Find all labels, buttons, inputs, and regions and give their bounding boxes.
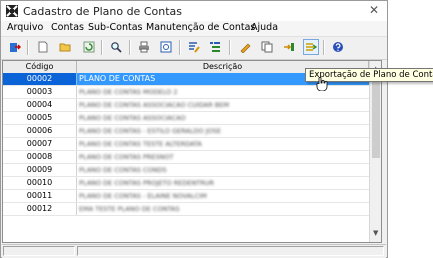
table-row[interactable]: 00008 PLANO DE CONTAS PRESNOT	[3, 151, 369, 164]
cell-codigo: 00009	[3, 164, 77, 176]
cell-descricao: PLANO DE CONTAS ASSOCIACAO	[79, 114, 186, 122]
search-button[interactable]	[108, 39, 124, 55]
cell-codigo: 00010	[3, 177, 77, 189]
cell-descricao: PLANO DE CONTAS TESTE ALTERDATA	[79, 140, 202, 148]
print-preview-icon	[160, 41, 172, 53]
close-icon[interactable]: ✕	[369, 3, 379, 17]
menu-arquivo[interactable]: Arquivo	[7, 22, 43, 33]
status-bar	[2, 244, 386, 258]
cell-descricao: PLANO DE CONTAS PROJETO REDENTRUR	[79, 179, 215, 187]
cell-descricao: PLANO DE CONTAS - ELAINE NOVALCIM	[79, 192, 207, 200]
open-folder-icon	[59, 43, 71, 52]
print-preview-button[interactable]	[158, 39, 174, 55]
title-bar[interactable]: Cadastro de Plano de Contas ✕	[1, 1, 387, 22]
cell-codigo: 00008	[3, 151, 77, 163]
app-logo-icon	[6, 5, 18, 17]
cell-codigo: 00004	[3, 99, 77, 111]
cell-descricao: PLANO DE CONTAS ASSOCIACAO CUIDAR BEM	[79, 101, 229, 109]
help-icon	[333, 42, 343, 52]
refresh-icon	[83, 41, 95, 53]
menu-ajuda[interactable]: Ajuda	[251, 22, 278, 33]
print-icon	[139, 41, 149, 53]
import-icon	[284, 43, 294, 51]
cell-codigo: 00005	[3, 112, 77, 124]
hand-cursor-icon	[316, 77, 328, 91]
export-button[interactable]	[303, 39, 319, 55]
exit-icon	[10, 43, 21, 52]
menu-sub-contas[interactable]: Sub-Contas	[88, 22, 142, 33]
refresh-button[interactable]	[81, 39, 97, 55]
list-button[interactable]	[207, 39, 223, 55]
exit-button[interactable]	[7, 39, 23, 55]
cell-descricao: PLANO DE CONTAS - ESTILO GERALDO JOSE	[79, 127, 222, 135]
search-icon	[111, 42, 122, 53]
window-title: Cadastro de Plano de Contas	[23, 5, 182, 18]
table-row[interactable]: 00009 PLANO DE CONTAS CONDS	[3, 164, 369, 177]
scroll-thumb[interactable]	[372, 74, 380, 158]
table-row[interactable]: 00007 PLANO DE CONTAS TESTE ALTERDATA	[3, 138, 369, 151]
pencil-edit-button[interactable]	[237, 39, 253, 55]
table-row[interactable]: 00005 PLANO DE CONTAS ASSOCIACAO	[3, 112, 369, 125]
table-row[interactable]: 00006 PLANO DE CONTAS - ESTILO GERALDO JO…	[3, 125, 369, 138]
menu-manutencao-de-contas[interactable]: Manutenção de Contas	[146, 22, 255, 33]
status-pane-1	[3, 246, 75, 256]
status-pane-2	[77, 246, 384, 256]
cell-descricao: EMA TESTE PLANO DE CONTAS	[79, 205, 180, 213]
print-button[interactable]	[136, 39, 152, 55]
table-row[interactable]: 00012 EMA TESTE PLANO DE CONTAS	[3, 203, 369, 216]
column-header-codigo[interactable]: Código	[3, 61, 77, 73]
list-icon	[210, 42, 220, 52]
cell-codigo: 00003	[3, 86, 77, 98]
edit-fields-icon	[189, 42, 200, 53]
help-button[interactable]	[330, 39, 346, 55]
open-button[interactable]	[57, 39, 73, 55]
cell-codigo: 00006	[3, 125, 77, 137]
cell-descricao: PLANO DE CONTAS PRESNOT	[79, 153, 174, 161]
table-row[interactable]: 00003 PLANO DE CONTAS MODELO 2	[3, 86, 369, 99]
menu-contas[interactable]: Contas	[51, 22, 84, 33]
cell-codigo: 00002	[3, 73, 77, 85]
new-button[interactable]	[35, 39, 51, 55]
import-button[interactable]	[281, 39, 297, 55]
edit-fields-button[interactable]	[186, 39, 202, 55]
main-window: Cadastro de Plano de Contas ✕ Arquivo Co…	[0, 0, 388, 258]
cell-descricao: PLANO DE CONTAS CONDS	[79, 166, 167, 174]
cell-codigo: 00011	[3, 190, 77, 202]
copy-button[interactable]	[259, 39, 275, 55]
toolbar	[1, 37, 387, 60]
copy-icon	[261, 41, 273, 53]
table-row[interactable]: 00004 PLANO DE CONTAS ASSOCIACAO CUIDAR B…	[3, 99, 369, 112]
table-row[interactable]: 00010 PLANO DE CONTAS PROJETO REDENTRUR	[3, 177, 369, 190]
export-icon	[306, 43, 317, 51]
cell-codigo: 00012	[3, 203, 77, 215]
scroll-down-icon[interactable]: ▼	[373, 229, 378, 237]
menu-bar: Arquivo Contas Sub-Contas Manutenção de …	[1, 21, 387, 37]
vertical-scrollbar[interactable]: ▲ ▼	[369, 61, 381, 242]
table-row[interactable]: 00011 PLANO DE CONTAS - ELAINE NOVALCIM	[3, 190, 369, 203]
cell-codigo: 00007	[3, 138, 77, 150]
new-document-icon	[38, 41, 48, 53]
pencil-edit-icon	[240, 43, 251, 53]
